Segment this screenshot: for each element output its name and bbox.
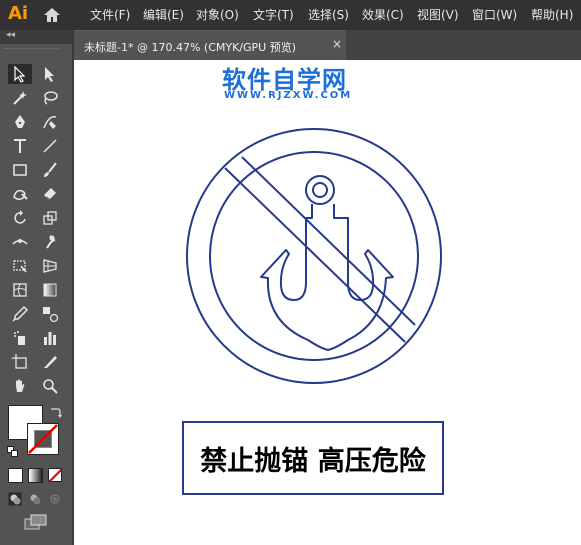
app-logo: Ai xyxy=(8,3,29,24)
scale-icon[interactable] xyxy=(38,208,62,228)
close-icon[interactable]: × xyxy=(332,37,342,51)
hand-icon[interactable] xyxy=(8,376,32,396)
default-colors-icon[interactable] xyxy=(7,446,19,458)
draw-normal-icon[interactable] xyxy=(8,492,22,506)
screen-mode-icon[interactable] xyxy=(24,514,48,532)
width-icon[interactable] xyxy=(8,232,32,252)
rectangle-icon[interactable] xyxy=(8,160,32,180)
zoom-icon[interactable] xyxy=(38,376,62,396)
warning-label-text: 禁止抛锚 高压危险 xyxy=(200,445,426,477)
stroke-color-swatch[interactable] xyxy=(27,423,59,455)
none-slash-icon xyxy=(28,424,58,454)
menu-help[interactable]: 帮助(H) xyxy=(531,6,573,23)
paintbrush-icon[interactable] xyxy=(38,160,62,180)
menu-type[interactable]: 文字(T) xyxy=(253,6,294,23)
selection-icon[interactable] xyxy=(8,64,32,84)
menu-object[interactable]: 对象(O) xyxy=(196,6,239,23)
draw-inside-icon[interactable] xyxy=(48,492,62,506)
tools-panel: ◂◂ xyxy=(0,30,74,545)
curvature-icon[interactable] xyxy=(38,112,62,132)
free-transform-icon[interactable] xyxy=(8,256,32,276)
symbol-sprayer-icon[interactable] xyxy=(8,328,32,348)
menu-view[interactable]: 视图(V) xyxy=(417,6,459,23)
puppet-warp-icon[interactable] xyxy=(38,232,62,252)
shaper-icon[interactable] xyxy=(8,184,32,204)
collapse-icon[interactable]: ◂◂ xyxy=(6,30,15,40)
rotate-icon[interactable] xyxy=(8,208,32,228)
home-icon[interactable] xyxy=(42,6,62,24)
draw-behind-icon[interactable] xyxy=(28,492,42,506)
menu-edit[interactable]: 编辑(E) xyxy=(143,6,184,23)
eyedropper-icon[interactable] xyxy=(8,304,32,324)
menu-file[interactable]: 文件(F) xyxy=(90,6,130,23)
gradient-mode-button[interactable] xyxy=(28,468,43,483)
artboard-icon[interactable] xyxy=(8,352,32,372)
type-icon[interactable] xyxy=(8,136,32,156)
none-mode-button[interactable] xyxy=(48,468,63,483)
warning-label-box[interactable]: 禁止抛锚 高压危险 xyxy=(182,421,444,495)
column-graph-icon[interactable] xyxy=(38,328,62,348)
pen-icon[interactable] xyxy=(8,112,32,132)
menu-window[interactable]: 窗口(W) xyxy=(472,6,517,23)
mesh-icon[interactable] xyxy=(8,280,32,300)
line-icon[interactable] xyxy=(38,136,62,156)
tools-panel-header: ◂◂ xyxy=(0,30,72,44)
perspective-icon[interactable] xyxy=(38,256,62,276)
panel-grip[interactable] xyxy=(4,48,60,52)
slice-icon[interactable] xyxy=(38,352,62,372)
document-tab-bar: 未标题-1* @ 170.47% (CMYK/GPU 预览) × xyxy=(74,30,581,61)
direct-selection-icon[interactable] xyxy=(38,64,62,84)
swap-colors-icon[interactable] xyxy=(48,406,62,420)
menu-bar: Ai 文件(F) 编辑(E) 对象(O) 文字(T) 选择(S) 效果(C) 视… xyxy=(0,0,581,30)
document-tab-title: 未标题-1* @ 170.47% (CMYK/GPU 预览) xyxy=(84,41,296,54)
eraser-icon[interactable] xyxy=(38,184,62,204)
no-anchoring-sign-icon[interactable] xyxy=(184,126,446,388)
menu-select[interactable]: 选择(S) xyxy=(308,6,349,23)
lasso-icon[interactable] xyxy=(38,88,62,108)
magic-wand-icon[interactable] xyxy=(8,88,32,108)
blend-icon[interactable] xyxy=(38,304,62,324)
menu-effect[interactable]: 效果(C) xyxy=(362,6,404,23)
color-mode-button[interactable] xyxy=(8,468,23,483)
gradient-icon[interactable] xyxy=(38,280,62,300)
watermark-url: WWW.RJZXW.COM xyxy=(224,90,353,101)
artboard-canvas[interactable]: 软件自学网 WWW.RJZXW.COM 禁止抛锚 高压危险 xyxy=(74,60,581,545)
document-tab[interactable]: 未标题-1* @ 170.47% (CMYK/GPU 预览) × xyxy=(74,30,346,61)
